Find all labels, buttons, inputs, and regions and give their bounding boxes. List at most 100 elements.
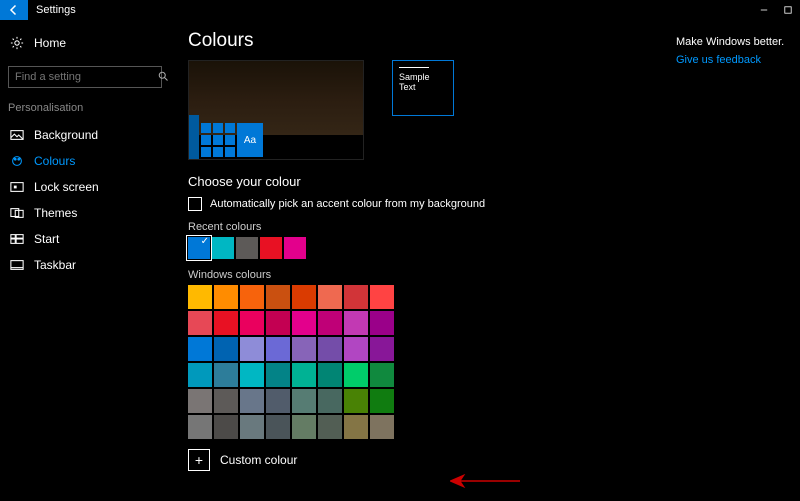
colour-swatch[interactable] [370,363,394,387]
feedback-title: Make Windows better. [676,36,790,48]
sidebar-item-label: Start [34,232,59,246]
sidebar-item-label: Colours [34,154,75,168]
sidebar-item-themes[interactable]: Themes [8,200,162,226]
sidebar-item-label: Taskbar [34,258,76,272]
colour-swatch[interactable] [370,285,394,309]
annotation-arrow [450,474,520,491]
palette-icon [8,154,26,168]
colour-swatch[interactable] [266,363,290,387]
windows-colours-label: Windows colours [188,269,800,281]
colour-swatch[interactable] [318,285,342,309]
minimize-button[interactable] [752,0,776,20]
feedback-panel: Make Windows better. Give us feedback [676,36,790,66]
sample-text: Sample Text [399,72,430,92]
colour-swatch[interactable] [266,337,290,361]
windows-colours-grid [188,285,800,439]
colour-swatch[interactable] [318,337,342,361]
home-label: Home [34,36,66,50]
sidebar-item-taskbar[interactable]: Taskbar [8,252,162,278]
colour-swatch[interactable] [344,311,368,335]
colour-swatch[interactable] [266,415,290,439]
colour-swatch[interactable] [292,363,316,387]
sidebar-item-start[interactable]: Start [8,226,162,252]
recent-colour-swatch[interactable] [260,237,282,259]
preview-thumbnail: Aa [188,60,364,160]
colour-swatch[interactable] [240,337,264,361]
recent-colour-swatch[interactable] [236,237,258,259]
custom-colour-button[interactable]: + [188,449,210,471]
colour-swatch[interactable] [188,415,212,439]
colour-swatch[interactable] [188,363,212,387]
colour-swatch[interactable] [240,363,264,387]
colour-swatch[interactable] [214,363,238,387]
colour-swatch[interactable] [292,389,316,413]
colour-swatch[interactable] [240,285,264,309]
taskbar-icon [8,258,26,272]
recent-colours-row [188,237,800,259]
recent-colour-swatch[interactable] [212,237,234,259]
start-icon [8,232,26,246]
colour-swatch[interactable] [370,389,394,413]
colour-swatch[interactable] [240,311,264,335]
search-icon [157,70,169,84]
colour-swatch[interactable] [188,311,212,335]
colour-swatch[interactable] [214,285,238,309]
colour-swatch[interactable] [266,311,290,335]
colour-swatch[interactable] [214,311,238,335]
colour-swatch[interactable] [292,311,316,335]
search-field[interactable] [15,71,157,83]
colour-swatch[interactable] [240,389,264,413]
colour-swatch[interactable] [188,337,212,361]
colour-swatch[interactable] [214,389,238,413]
colour-swatch[interactable] [344,389,368,413]
colour-swatch[interactable] [292,285,316,309]
colour-swatch[interactable] [318,311,342,335]
back-button[interactable] [0,0,28,20]
colour-swatch[interactable] [292,337,316,361]
sidebar-item-background[interactable]: Background [8,122,162,148]
colour-swatch[interactable] [344,285,368,309]
colour-swatch[interactable] [240,415,264,439]
colour-swatch[interactable] [344,415,368,439]
colour-swatch[interactable] [266,285,290,309]
picture-icon [8,128,26,142]
group-title: Personalisation [8,102,162,114]
gear-icon [8,34,26,52]
colour-swatch[interactable] [188,285,212,309]
recent-label: Recent colours [188,221,800,233]
search-input[interactable] [8,66,162,88]
maximize-button[interactable] [776,0,800,20]
feedback-link[interactable]: Give us feedback [676,54,790,66]
auto-accent-label: Automatically pick an accent colour from… [210,198,485,210]
recent-colour-swatch[interactable] [188,237,210,259]
recent-colour-swatch[interactable] [284,237,306,259]
colour-swatch[interactable] [344,363,368,387]
colour-swatch[interactable] [318,389,342,413]
preview-tile-aa: Aa [237,123,263,157]
colour-swatch[interactable] [292,415,316,439]
colour-swatch[interactable] [214,415,238,439]
home-nav[interactable]: Home [8,30,162,56]
colour-swatch[interactable] [370,311,394,335]
sidebar-item-label: Themes [34,206,77,220]
sidebar-item-colours[interactable]: Colours [8,148,162,174]
sidebar-item-label: Lock screen [34,180,99,194]
colour-swatch[interactable] [318,363,342,387]
custom-colour-label: Custom colour [220,453,297,467]
colour-swatch[interactable] [370,337,394,361]
preview-sample-window: Sample Text [392,60,454,116]
window-title: Settings [28,4,752,16]
colour-swatch[interactable] [266,389,290,413]
auto-accent-checkbox-row[interactable]: Automatically pick an accent colour from… [188,197,800,211]
checkbox-icon[interactable] [188,197,202,211]
colour-swatch[interactable] [188,389,212,413]
choose-colour-heading: Choose your colour [188,174,800,189]
sidebar: Home Personalisation Background Colours … [0,20,170,501]
colour-swatch[interactable] [214,337,238,361]
colour-swatch[interactable] [344,337,368,361]
colour-swatch[interactable] [318,415,342,439]
colour-swatch[interactable] [370,415,394,439]
sidebar-item-lockscreen[interactable]: Lock screen [8,174,162,200]
lock-icon [8,180,26,194]
sidebar-item-label: Background [34,128,98,142]
